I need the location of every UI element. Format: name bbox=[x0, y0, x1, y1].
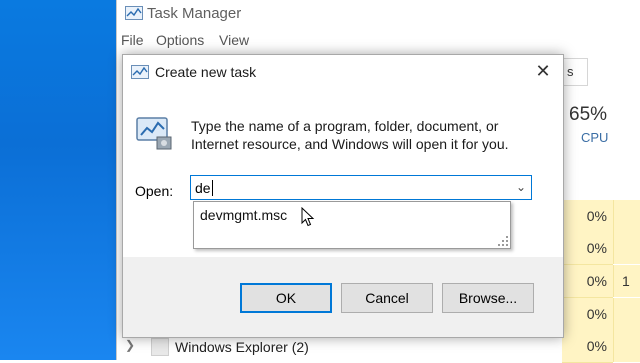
cpu-total-percent: 65% bbox=[569, 104, 608, 125]
next-column-cell bbox=[613, 200, 640, 232]
resize-grip-icon[interactable] bbox=[498, 236, 508, 246]
task-manager-titlebar: Task Manager bbox=[117, 0, 640, 28]
desktop-background bbox=[0, 0, 116, 360]
close-icon: ✕ bbox=[535, 61, 551, 81]
create-new-task-dialog: Create new task ✕ Type the name of a pro… bbox=[122, 54, 564, 338]
open-combobox-input[interactable]: de ⌄ bbox=[190, 175, 532, 200]
dialog-description: Type the name of a program, folder, docu… bbox=[191, 118, 509, 152]
chevron-down-icon[interactable]: ⌄ bbox=[511, 176, 531, 199]
cpu-cell: 0% bbox=[562, 298, 613, 331]
expand-chevron-icon[interactable]: ❯ bbox=[125, 338, 135, 352]
dialog-title: Create new task bbox=[155, 64, 257, 80]
cpu-cell: 0% bbox=[562, 200, 613, 233]
run-program-icon bbox=[136, 117, 172, 150]
task-manager-title: Task Manager bbox=[147, 5, 242, 22]
tab-partial[interactable]: s bbox=[563, 58, 588, 86]
menu-file[interactable]: File bbox=[121, 32, 144, 48]
run-program-icon bbox=[131, 65, 149, 79]
open-input-value: de bbox=[195, 180, 211, 196]
next-column-cell: 1 bbox=[613, 265, 640, 297]
process-name: Windows Explorer (2) bbox=[175, 339, 309, 355]
close-button[interactable]: ✕ bbox=[531, 59, 555, 83]
open-label: Open: bbox=[135, 183, 174, 199]
cancel-button[interactable]: Cancel bbox=[341, 283, 433, 313]
task-manager-icon bbox=[125, 6, 143, 20]
autocomplete-dropdown: devmgmt.msc bbox=[193, 201, 511, 249]
dialog-titlebar[interactable]: Create new task ✕ bbox=[123, 55, 563, 87]
cpu-cell: 0% bbox=[562, 232, 613, 265]
menu-view[interactable]: View bbox=[219, 32, 249, 48]
autocomplete-item[interactable]: devmgmt.msc bbox=[200, 207, 287, 223]
next-column-cell bbox=[613, 298, 640, 330]
ok-button[interactable]: OK bbox=[240, 283, 332, 313]
text-caret bbox=[212, 180, 213, 196]
tab-partial-label: s bbox=[567, 64, 574, 79]
next-column-cell bbox=[613, 232, 640, 264]
menu-options[interactable]: Options bbox=[156, 32, 204, 48]
mouse-pointer-icon bbox=[301, 207, 315, 227]
browse-button[interactable]: Browse... bbox=[442, 283, 534, 313]
process-icon bbox=[151, 338, 169, 356]
cpu-column-label: CPU bbox=[581, 130, 609, 145]
cpu-cell: 0% bbox=[562, 265, 613, 298]
